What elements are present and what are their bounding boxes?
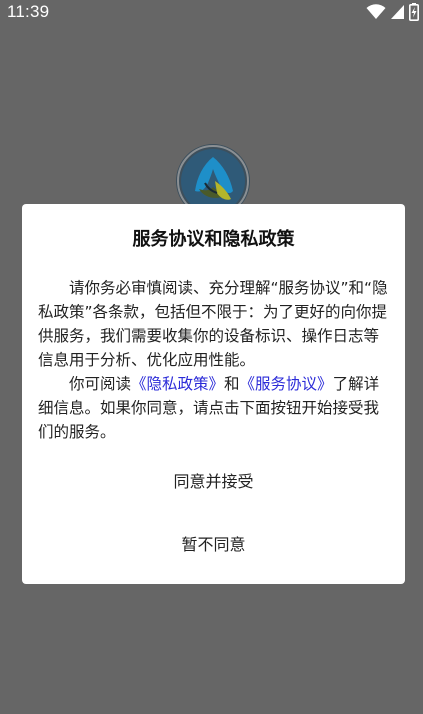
agree-button[interactable]: 同意并接受 — [22, 458, 405, 502]
and-text: 和 — [224, 375, 240, 393]
privacy-dialog: 服务协议和隐私政策 请你务必审慎阅读、充分理解“服务协议”和“隐私政策”各条款，… — [22, 204, 405, 584]
paragraph2-prefix: 你可阅读 — [69, 375, 132, 393]
service-agreement-link[interactable]: 《服务协议》 — [240, 375, 333, 393]
disagree-button[interactable]: 暂不同意 — [22, 521, 405, 565]
cell-signal-icon — [390, 4, 405, 20]
dialog-title: 服务协议和隐私政策 — [132, 229, 295, 250]
dialog-paragraph-2: 你可阅读《隐私政策》和《服务协议》了解详细信息。如果你同意，请点击下面按钮开始接… — [38, 372, 390, 444]
privacy-policy-link[interactable]: 《隐私政策》 — [131, 375, 224, 393]
status-icons — [366, 3, 419, 21]
battery-charging-icon — [409, 3, 419, 21]
status-bar: 11:39 — [0, 0, 423, 24]
dialog-body: 请你务必审慎阅读、充分理解“服务协议”和“隐私政策”各条款，包括但不限于：为了更… — [38, 276, 390, 444]
wifi-icon — [366, 4, 386, 20]
status-time: 11:39 — [7, 2, 50, 21]
dialog-paragraph-1: 请你务必审慎阅读、充分理解“服务协议”和“隐私政策”各条款，包括但不限于：为了更… — [38, 279, 388, 369]
